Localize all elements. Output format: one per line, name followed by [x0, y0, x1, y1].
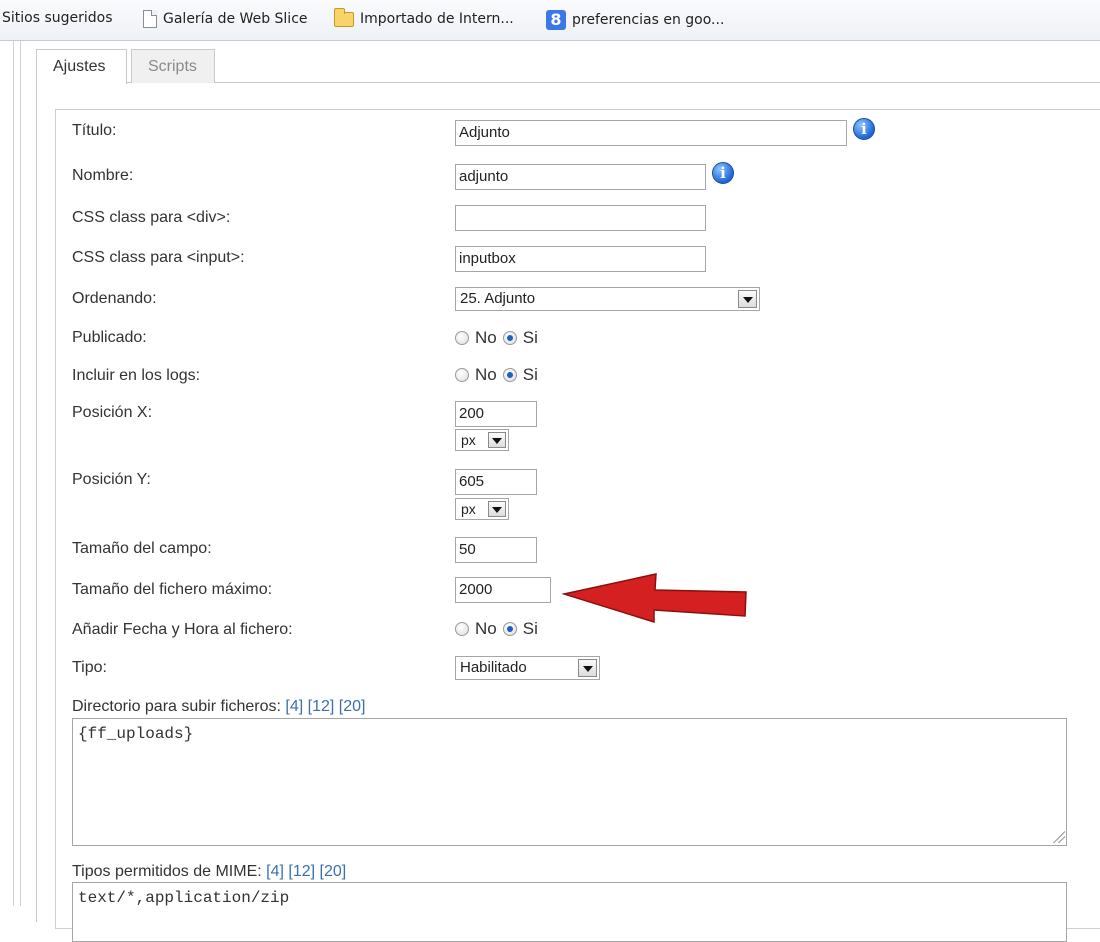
nombre-input[interactable]: adjunto — [455, 164, 706, 190]
favorite-importado-folder[interactable]: Importado de Intern... — [334, 8, 514, 27]
tipo-select[interactable]: Habilitado — [455, 656, 600, 680]
unit-value: px — [461, 501, 476, 517]
radio-label: Si — [522, 365, 538, 384]
publicado-radio-no[interactable] — [455, 331, 469, 345]
mime-label: Tipos permitidos de MIME: [4] [12] [20] — [72, 863, 346, 881]
chevron-down-icon[interactable] — [578, 659, 597, 677]
radio-label: No — [475, 328, 497, 347]
anadir-fecha-radio-si[interactable] — [502, 622, 517, 636]
mime-refs-links[interactable]: [4] [12] [20] — [266, 863, 346, 880]
directorio-label: Directorio para subir ficheros: [4] [12]… — [72, 698, 365, 716]
favorite-galeria-web-slice[interactable]: Galería de Web Slice — [143, 10, 308, 28]
tab-label: Ajustes — [53, 58, 106, 75]
ordenando-label: Ordenando: — [72, 290, 157, 307]
directorio-textarea[interactable]: {ff_uploads} — [72, 718, 1067, 846]
incluir-logs-radio-si[interactable] — [502, 368, 517, 382]
radio-label: Si — [522, 328, 538, 347]
publicado-radio-group: No Si — [455, 328, 544, 348]
favorite-label: Importado de Intern... — [360, 10, 514, 27]
ordenando-value: 25. Adjunto — [460, 290, 536, 307]
frame-border — [20, 41, 21, 906]
posicion-y-unit-select[interactable]: px — [455, 498, 509, 520]
mime-label-text: Tipos permitidos de MIME: — [72, 863, 262, 880]
google-icon: 8 — [546, 10, 566, 30]
resize-grip-icon[interactable] — [1053, 831, 1065, 843]
favorite-label: Sitios sugeridos — [2, 10, 113, 26]
posicion-x-input[interactable]: 200 — [455, 401, 537, 427]
favorite-sitios-sugeridos[interactable]: Sitios sugeridos — [2, 10, 113, 26]
posicion-y-label: Posición Y: — [72, 471, 151, 488]
css-div-label: CSS class para <div>: — [72, 209, 231, 226]
publicado-label: Publicado: — [72, 329, 147, 346]
red-arrow-annotation — [562, 573, 747, 624]
info-icon[interactable]: i — [853, 118, 875, 140]
incluir-logs-label: Incluir en los logs: — [72, 367, 201, 384]
unit-value: px — [461, 432, 476, 448]
nombre-label: Nombre: — [72, 167, 134, 184]
tab-scripts[interactable]: Scripts — [131, 49, 215, 83]
radio-label: No — [475, 365, 497, 384]
css-input-label: CSS class para <input>: — [72, 249, 245, 266]
incluir-logs-radio-group: No Si — [455, 365, 544, 385]
chevron-down-icon[interactable] — [738, 290, 757, 308]
css-input-input[interactable]: inputbox — [455, 246, 706, 272]
page-icon — [143, 10, 157, 28]
radio-label: No — [475, 619, 497, 638]
directorio-refs-links[interactable]: [4] [12] [20] — [285, 698, 365, 715]
mime-textarea[interactable]: text/*,application/zip — [72, 882, 1067, 942]
tamano-fichero-label: Tamaño del fichero máximo: — [72, 581, 273, 598]
anadir-fecha-label: Añadir Fecha y Hora al fichero: — [72, 621, 293, 638]
radio-label: Si — [522, 619, 538, 638]
tamano-fichero-input[interactable]: 2000 — [455, 577, 551, 603]
tipo-value: Habilitado — [460, 659, 527, 676]
posicion-x-label: Posición X: — [72, 404, 153, 421]
favorite-preferencias-google[interactable]: 8 preferencias en goo... — [546, 10, 724, 30]
posicion-x-unit-select[interactable]: px — [455, 429, 509, 451]
favorite-label: Galería de Web Slice — [163, 11, 308, 27]
posicion-y-input[interactable]: 605 — [455, 469, 537, 495]
titulo-input[interactable]: Adjunto — [455, 120, 847, 146]
folder-icon — [334, 8, 354, 27]
ordenando-select[interactable]: 25. Adjunto — [455, 287, 760, 311]
favorite-label: preferencias en goo... — [572, 12, 725, 28]
tamano-campo-input[interactable]: 50 — [455, 537, 537, 563]
publicado-radio-si[interactable] — [502, 331, 517, 345]
chevron-down-icon[interactable] — [488, 501, 506, 517]
anadir-fecha-radio-group: No Si — [455, 619, 544, 639]
chevron-down-icon[interactable] — [488, 432, 506, 448]
anadir-fecha-radio-no[interactable] — [455, 622, 469, 636]
info-icon[interactable]: i — [712, 162, 734, 184]
tamano-campo-label: Tamaño del campo: — [72, 540, 212, 557]
directorio-label-text: Directorio para subir ficheros: — [72, 698, 281, 715]
tab-label: Scripts — [148, 58, 197, 75]
titulo-label: Título: — [72, 122, 117, 139]
tipo-label: Tipo: — [72, 659, 107, 676]
favorites-bar: Sitios sugeridos Galería de Web Slice Im… — [0, 0, 1100, 41]
css-div-input[interactable] — [455, 205, 706, 231]
tab-ajustes[interactable]: Ajustes — [36, 49, 127, 84]
frame-border — [13, 41, 14, 906]
incluir-logs-radio-no[interactable] — [455, 368, 469, 382]
